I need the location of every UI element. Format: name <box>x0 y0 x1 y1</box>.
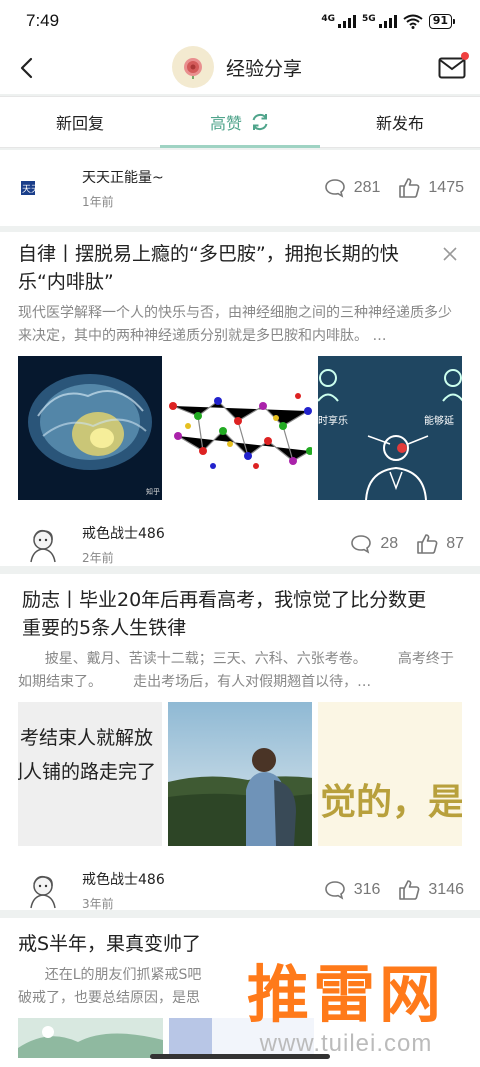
net-label-5g: 5G <box>362 14 376 24</box>
tab-label: 新发布 <box>375 114 424 133</box>
message-button[interactable] <box>438 52 469 82</box>
logo-mark: 天天正能量 <box>22 183 65 195</box>
comment-count: 28 <box>380 535 399 552</box>
post-time: 1年前 <box>82 194 114 209</box>
app-screen: 7:49 4G 5G 91 经验分享 新回复 高赞 新发布 天天正能量 天天正能… <box>0 0 480 1067</box>
status-bar: 7:49 4G 5G 91 <box>0 0 480 42</box>
status-time: 7:49 <box>26 11 60 30</box>
like-count: 3146 <box>428 881 464 898</box>
brain-illustration: 知乎 <box>18 356 162 500</box>
tab-new-posts[interactable]: 新发布 <box>320 97 480 147</box>
image-text-left: 时享乐 <box>318 414 348 427</box>
unread-dot <box>461 52 469 60</box>
post-card[interactable]: 自律丨摆脱易上瘾的“多巴胺”，拥抱长期的快乐“内啡肽” 现代医学解释一个人的快乐… <box>0 232 480 566</box>
author-name[interactable]: 天天正能量~ <box>82 167 164 187</box>
watermark-text: 推雷网 <box>246 957 445 1031</box>
post-title-text: 励志丨毕业20年后再看高考，我惊觉了比分数更重要的5条人生铁律 <box>22 589 427 639</box>
post-excerpt: 披星、戴月、苦读十二载；三天、六科、六张考卷。 高考终于如期结束了。 走出考场后… <box>18 651 454 690</box>
comment-count: 316 <box>353 881 381 898</box>
post-excerpt: 现代医学解释一个人的快乐与否，由神经细胞之间的三种神经递质多少来决定，其中的两种… <box>18 305 452 344</box>
mail-icon <box>438 57 466 79</box>
tab-top-liked[interactable]: 高赞 <box>160 97 320 148</box>
image-caption: 知乎 <box>146 487 160 496</box>
back-button[interactable] <box>12 52 40 84</box>
nav-center: 经验分享 <box>172 46 302 88</box>
comment-icon[interactable] <box>350 534 372 554</box>
author-name[interactable]: 戒色战士486 <box>82 869 165 889</box>
tab-label: 高赞 <box>209 114 242 133</box>
tab-new-replies[interactable]: 新回复 <box>0 97 160 147</box>
tab-bar: 新回复 高赞 新发布 <box>0 96 480 148</box>
image-text-3: 觉的，是 <box>320 782 462 823</box>
quote-image[interactable]: 觉的，是 <box>318 702 462 846</box>
post-stats: 281 1475 <box>324 150 464 226</box>
post-images: 考结束人就解放 别人铺的路走完了 觉的，是 <box>0 702 480 846</box>
signal-4g-icon: 4G <box>321 14 357 28</box>
author-avatar[interactable] <box>20 867 66 913</box>
chevron-left-icon <box>20 57 33 79</box>
brand-logo-icon: 天天正能量 <box>21 181 65 195</box>
author-avatar[interactable] <box>20 521 66 567</box>
thumbs-up-icon[interactable] <box>398 177 420 199</box>
page-title: 经验分享 <box>226 57 303 80</box>
thumbs-up-icon[interactable] <box>416 533 438 555</box>
group-avatar <box>172 46 214 88</box>
net-label-4g: 4G <box>321 14 336 24</box>
watermark: 推雷网 www.tuilei.com <box>212 950 480 1067</box>
post-title-text: 自律丨摆脱易上瘾的“多巴胺”，拥抱长期的快乐“内啡肽” <box>18 243 399 293</box>
author-info: 戒色战士486 2年前 <box>82 523 165 566</box>
post-images: 知乎 时享乐 能够延 <box>0 356 480 500</box>
battery-icon: 91 <box>428 13 456 29</box>
tab-label: 新回复 <box>55 114 104 133</box>
molecule-image[interactable] <box>168 356 312 500</box>
author-row: 天天正能量 天天正能量~ 1年前 281 1475 <box>0 150 480 226</box>
refresh-icon[interactable] <box>250 112 270 132</box>
top-author-card[interactable]: 天天正能量 天天正能量~ 1年前 281 1475 <box>0 150 480 226</box>
like-count: 1475 <box>428 179 464 196</box>
molecule-illustration <box>168 356 312 500</box>
image-text-right: 能够延 <box>424 414 454 427</box>
nav-bar: 经验分享 <box>0 42 480 94</box>
author-info: 戒色战士486 3年前 <box>82 869 165 912</box>
image-text-1: 考结束人就解放 <box>20 727 153 749</box>
hiker-image[interactable] <box>168 702 312 846</box>
landscape-image[interactable] <box>18 1018 163 1058</box>
post-time: 3年前 <box>82 896 114 911</box>
post-title[interactable]: 励志丨毕业20年后再看高考，我惊觉了比分数更重要的5条人生铁律 <box>0 586 480 642</box>
comment-count: 281 <box>353 179 381 196</box>
post-title[interactable]: 自律丨摆脱易上瘾的“多巴胺”，拥抱长期的快乐“内啡肽” <box>0 240 480 296</box>
comment-icon[interactable] <box>324 178 346 198</box>
close-icon[interactable] <box>440 244 460 264</box>
home-indicator[interactable] <box>150 1054 330 1059</box>
post-card[interactable]: 励志丨毕业20年后再看高考，我惊觉了比分数更重要的5条人生铁律 披星、戴月、苦读… <box>0 574 480 913</box>
wifi-icon <box>403 14 423 29</box>
person-illustration: 时享乐 能够延 <box>318 356 462 500</box>
text-image[interactable]: 考结束人就解放 别人铺的路走完了 <box>18 702 162 846</box>
hiker-illustration <box>168 702 312 846</box>
post-time: 2年前 <box>82 550 114 565</box>
landscape-illustration <box>18 1018 163 1058</box>
thumbs-up-icon[interactable] <box>398 879 420 901</box>
author-logo: 天天正能量 <box>20 165 66 211</box>
quote-illustration: 觉的，是 <box>318 702 462 846</box>
choice-image[interactable]: 时享乐 能够延 <box>318 356 462 500</box>
avatar-sketch-icon <box>30 875 56 909</box>
flower-icon <box>184 58 202 79</box>
image-text-2: 别人铺的路走完了 <box>18 761 156 783</box>
signal-5g-icon: 5G <box>362 14 397 28</box>
like-count: 87 <box>446 535 464 552</box>
author-info: 天天正能量~ 1年前 <box>82 167 164 210</box>
brain-image[interactable]: 知乎 <box>18 356 162 500</box>
comment-icon[interactable] <box>324 880 346 900</box>
text-illustration: 考结束人就解放 别人铺的路走完了 <box>18 702 162 846</box>
author-name[interactable]: 戒色战士486 <box>82 523 165 543</box>
post-title-text: 戒S半年，果真变帅了 <box>18 933 202 955</box>
status-icons: 4G 5G 91 <box>321 13 456 29</box>
avatar-sketch-icon <box>30 529 56 563</box>
